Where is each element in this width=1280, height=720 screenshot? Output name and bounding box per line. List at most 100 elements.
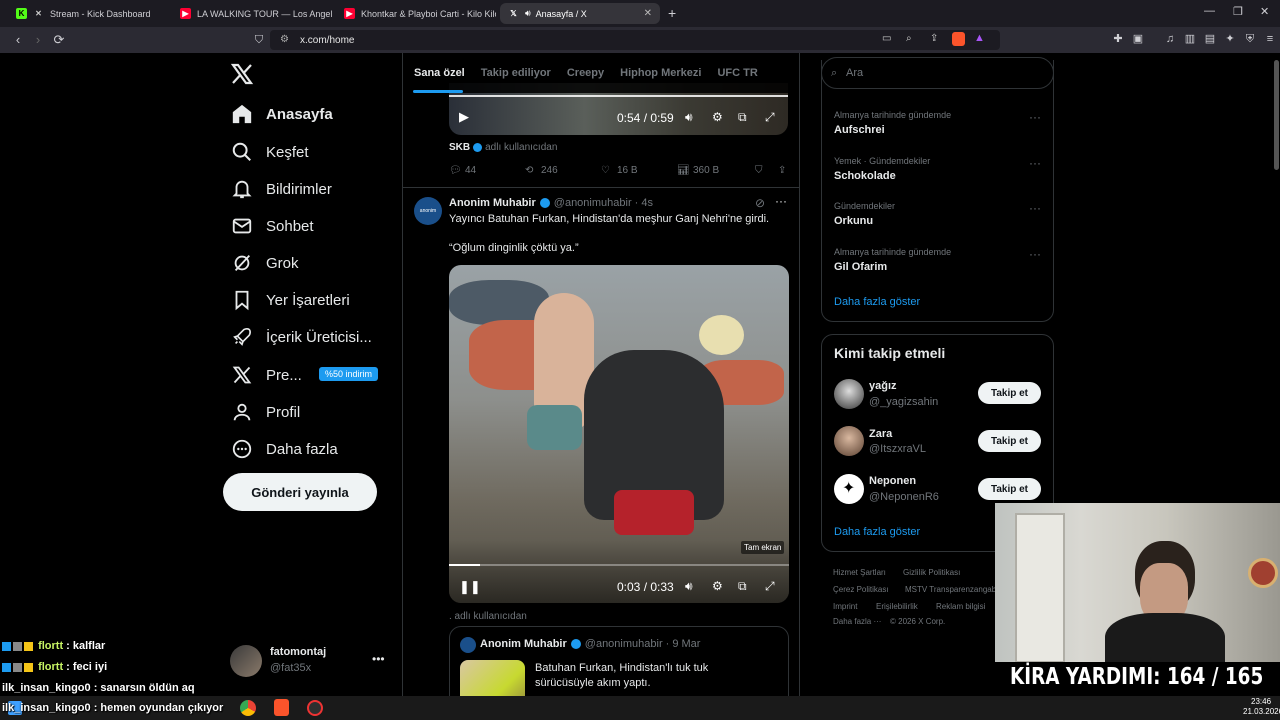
tab-x-home[interactable]: 𝕏 🔊︎ Anasayfa / X ✕ xyxy=(500,3,660,24)
minimize-icon[interactable]: — xyxy=(1204,5,1215,17)
tab-kick[interactable]: K ✕ Stream - Kick Dashboard xyxy=(8,3,168,24)
footer-link[interactable]: Hizmet Şartları xyxy=(833,568,886,577)
avatar[interactable]: ✦ xyxy=(834,474,864,504)
settings-icon[interactable]: ⚙ xyxy=(712,579,723,593)
follow-button[interactable]: Takip et xyxy=(978,382,1041,404)
volume-icon[interactable]: 🔊︎ xyxy=(685,579,693,594)
repost-icon[interactable]: ⟲ xyxy=(525,165,533,176)
close-tab-icon[interactable]: ✕ xyxy=(644,8,652,19)
nav-item-home[interactable]: Anasayfa xyxy=(230,97,333,131)
close-window-icon[interactable]: ✕ xyxy=(1260,5,1269,18)
show-more-follows-link[interactable]: Daha fazla göster xyxy=(834,526,920,538)
source-name[interactable]: SKB xyxy=(449,142,470,153)
premium-discount-badge[interactable]: %50 indirim xyxy=(319,367,379,381)
like-icon[interactable]: ♡ xyxy=(601,165,610,176)
footer-link[interactable]: Imprint xyxy=(833,602,857,611)
avatar[interactable]: anonim xyxy=(414,197,442,225)
video-player[interactable]: Tam ekran ❚❚ 0:03 / 0:33 🔊︎ ⚙ ⧉ ⤢ xyxy=(449,265,789,603)
footer-link[interactable]: Çerez Politikası xyxy=(833,585,889,594)
trend-item[interactable]: Gündemdekiler Orkunu xyxy=(834,201,895,227)
more-icon[interactable]: ··· xyxy=(1029,247,1041,261)
brave-icon[interactable] xyxy=(274,699,289,716)
suggestion-name[interactable]: Zara xyxy=(869,428,892,440)
account-menu-icon[interactable]: ••• xyxy=(372,652,385,666)
bookmark-icon[interactable]: ⛉ xyxy=(755,165,763,176)
nav-item-profile[interactable]: Profil xyxy=(230,395,300,429)
grok-analyze-icon[interactable]: ⊘ xyxy=(755,196,765,210)
avatar[interactable] xyxy=(230,645,262,677)
tab-hiphop-merkezi[interactable]: Hiphop Merkezi xyxy=(620,67,701,79)
page-scrollbar[interactable] xyxy=(1274,60,1279,170)
pause-icon[interactable]: ❚❚ xyxy=(459,579,481,595)
nav-item-chat[interactable]: Sohbet xyxy=(230,209,314,243)
avatar[interactable] xyxy=(834,426,864,456)
post-button[interactable]: Gönderi yayınla xyxy=(223,473,377,511)
screenshot-icon[interactable]: ▣ xyxy=(1131,32,1145,46)
share-icon[interactable]: ⇪ xyxy=(930,33,938,44)
bookmark-page-icon[interactable]: ⛉ xyxy=(250,31,268,49)
author-handle[interactable]: @anonimuhabir xyxy=(554,197,632,209)
reload-icon[interactable]: ⟳ xyxy=(50,31,68,49)
zoom-icon[interactable]: ⌕ xyxy=(906,33,912,44)
tab-youtube-music[interactable]: ▶ Khontkar & Playboi Carti - Kilo Kilo M xyxy=(336,3,496,24)
more-icon[interactable]: ··· xyxy=(1029,156,1041,170)
pip-icon[interactable]: ⧉ xyxy=(738,579,747,594)
follow-button[interactable]: Takip et xyxy=(978,430,1041,452)
nav-item-grok[interactable]: Grok xyxy=(230,246,299,280)
wallet-icon[interactable]: ▤ xyxy=(1203,32,1217,46)
reply-icon[interactable]: 💬︎ xyxy=(449,165,462,176)
views-icon[interactable]: 📊︎ xyxy=(677,165,690,176)
fullscreen-icon[interactable]: ⤢ xyxy=(765,579,775,594)
prev-video-progress[interactable] xyxy=(449,95,788,97)
restore-icon[interactable]: ❐ xyxy=(1233,5,1243,18)
nav-item-premium[interactable]: Pre... xyxy=(230,358,302,392)
nav-item-more[interactable]: Daha fazla xyxy=(230,432,338,466)
tab-following[interactable]: Takip ediliyor xyxy=(481,67,551,79)
suggestion-name[interactable]: yağız xyxy=(869,380,897,392)
sidebar-icon[interactable]: ▥ xyxy=(1183,32,1197,46)
new-tab-icon[interactable]: + xyxy=(668,5,676,21)
follow-button[interactable]: Takip et xyxy=(978,478,1041,500)
mute-icon[interactable]: ✕ xyxy=(33,8,44,19)
settings-icon[interactable]: ⚙ xyxy=(712,110,723,124)
trend-item[interactable]: Almanya tarihinde gündemde Aufschrei xyxy=(834,110,951,136)
forward-icon[interactable]: › xyxy=(29,31,47,49)
brave-shields-icon[interactable] xyxy=(952,32,965,46)
play-icon[interactable]: ▶ xyxy=(459,109,469,125)
back-icon[interactable]: ‹ xyxy=(9,31,27,49)
trend-item[interactable]: Yemek · Gündemdekiler Schokolade xyxy=(834,156,930,182)
trend-item[interactable]: Almanya tarihinde gündemde Gil Ofarim xyxy=(834,247,951,273)
more-icon[interactable]: ··· xyxy=(1029,110,1041,124)
pip-icon[interactable]: ⧉ xyxy=(738,110,747,125)
nav-item-notifications[interactable]: Bildirimler xyxy=(230,172,332,206)
author-name[interactable]: Anonim Muhabir xyxy=(449,197,536,209)
music-icon[interactable]: ♫ xyxy=(1163,32,1177,46)
footer-link[interactable]: Daha fazla ··· xyxy=(833,617,881,626)
video-progress-track[interactable] xyxy=(449,564,789,566)
obs-icon[interactable] xyxy=(307,700,323,716)
avatar[interactable] xyxy=(834,379,864,409)
site-info-icon[interactable]: ⚙ xyxy=(280,34,289,45)
x-logo-icon[interactable] xyxy=(230,62,256,88)
fullscreen-icon[interactable]: ⤢ xyxy=(765,110,775,125)
footer-link[interactable]: MSTV Transparenzangaben xyxy=(905,585,995,594)
nav-item-creator[interactable]: İçerik Üreticisi... xyxy=(230,320,372,354)
screen-icon[interactable]: ▭ xyxy=(882,33,891,44)
footer-link[interactable]: Gizlilik Politikası xyxy=(903,568,960,577)
nav-item-bookmarks[interactable]: Yer İşaretleri xyxy=(230,283,350,317)
tab-creepy[interactable]: Creepy xyxy=(567,67,604,79)
nav-item-explore[interactable]: Keşfet xyxy=(230,135,309,169)
suggestion-name[interactable]: Neponen xyxy=(869,475,916,487)
footer-link[interactable]: Reklam bilgisi xyxy=(936,602,985,611)
share-icon[interactable]: ⇪ xyxy=(778,165,786,176)
leo-icon[interactable]: ✦ xyxy=(1223,32,1237,46)
more-icon[interactable]: ··· xyxy=(1029,201,1041,215)
vpn-icon[interactable]: ⛨ xyxy=(1243,32,1257,46)
address-bar[interactable]: ⚙ x.com/home ▭ ⌕ ⇪ ▲ xyxy=(270,30,1000,50)
show-more-trends-link[interactable]: Daha fazla göster xyxy=(834,296,920,308)
tab-for-you[interactable]: Sana özel xyxy=(414,67,465,79)
extensions-icon[interactable]: ✚ xyxy=(1111,32,1125,46)
tab-youtube-walking[interactable]: ▶ LA WALKING TOUR — Los Angeles, C xyxy=(172,3,332,24)
quoted-post[interactable]: Anonim Muhabir @anonimuhabir · 9 Mar Bat… xyxy=(449,626,789,700)
volume-icon[interactable]: 🔊︎ xyxy=(685,110,693,125)
